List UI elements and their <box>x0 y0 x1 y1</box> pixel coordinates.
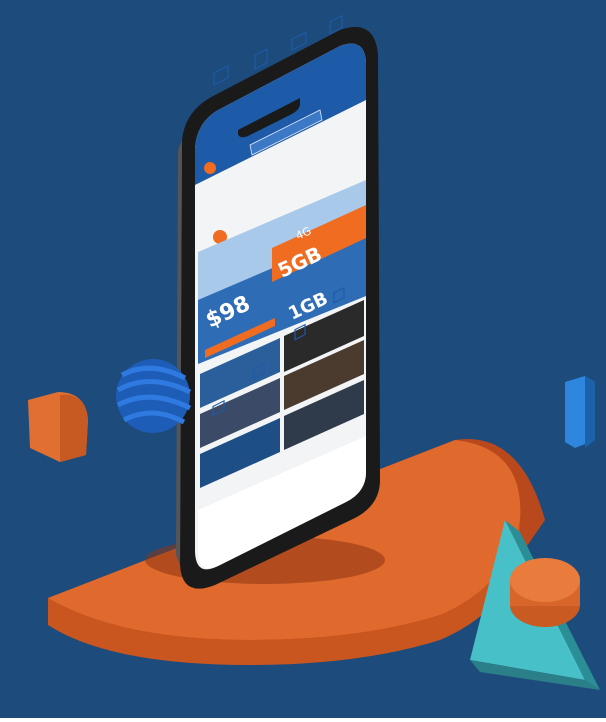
illustration-scene: 4G 5GB 1GB $98 <box>0 0 606 718</box>
scene-svg: 4G 5GB 1GB $98 <box>0 0 606 718</box>
blue-block-right <box>565 376 595 448</box>
striped-ball <box>116 359 192 433</box>
header-logo-icon <box>204 162 216 174</box>
phone-device: 4G 5GB 1GB $98 <box>176 14 380 589</box>
orange-cylinder <box>510 558 580 627</box>
